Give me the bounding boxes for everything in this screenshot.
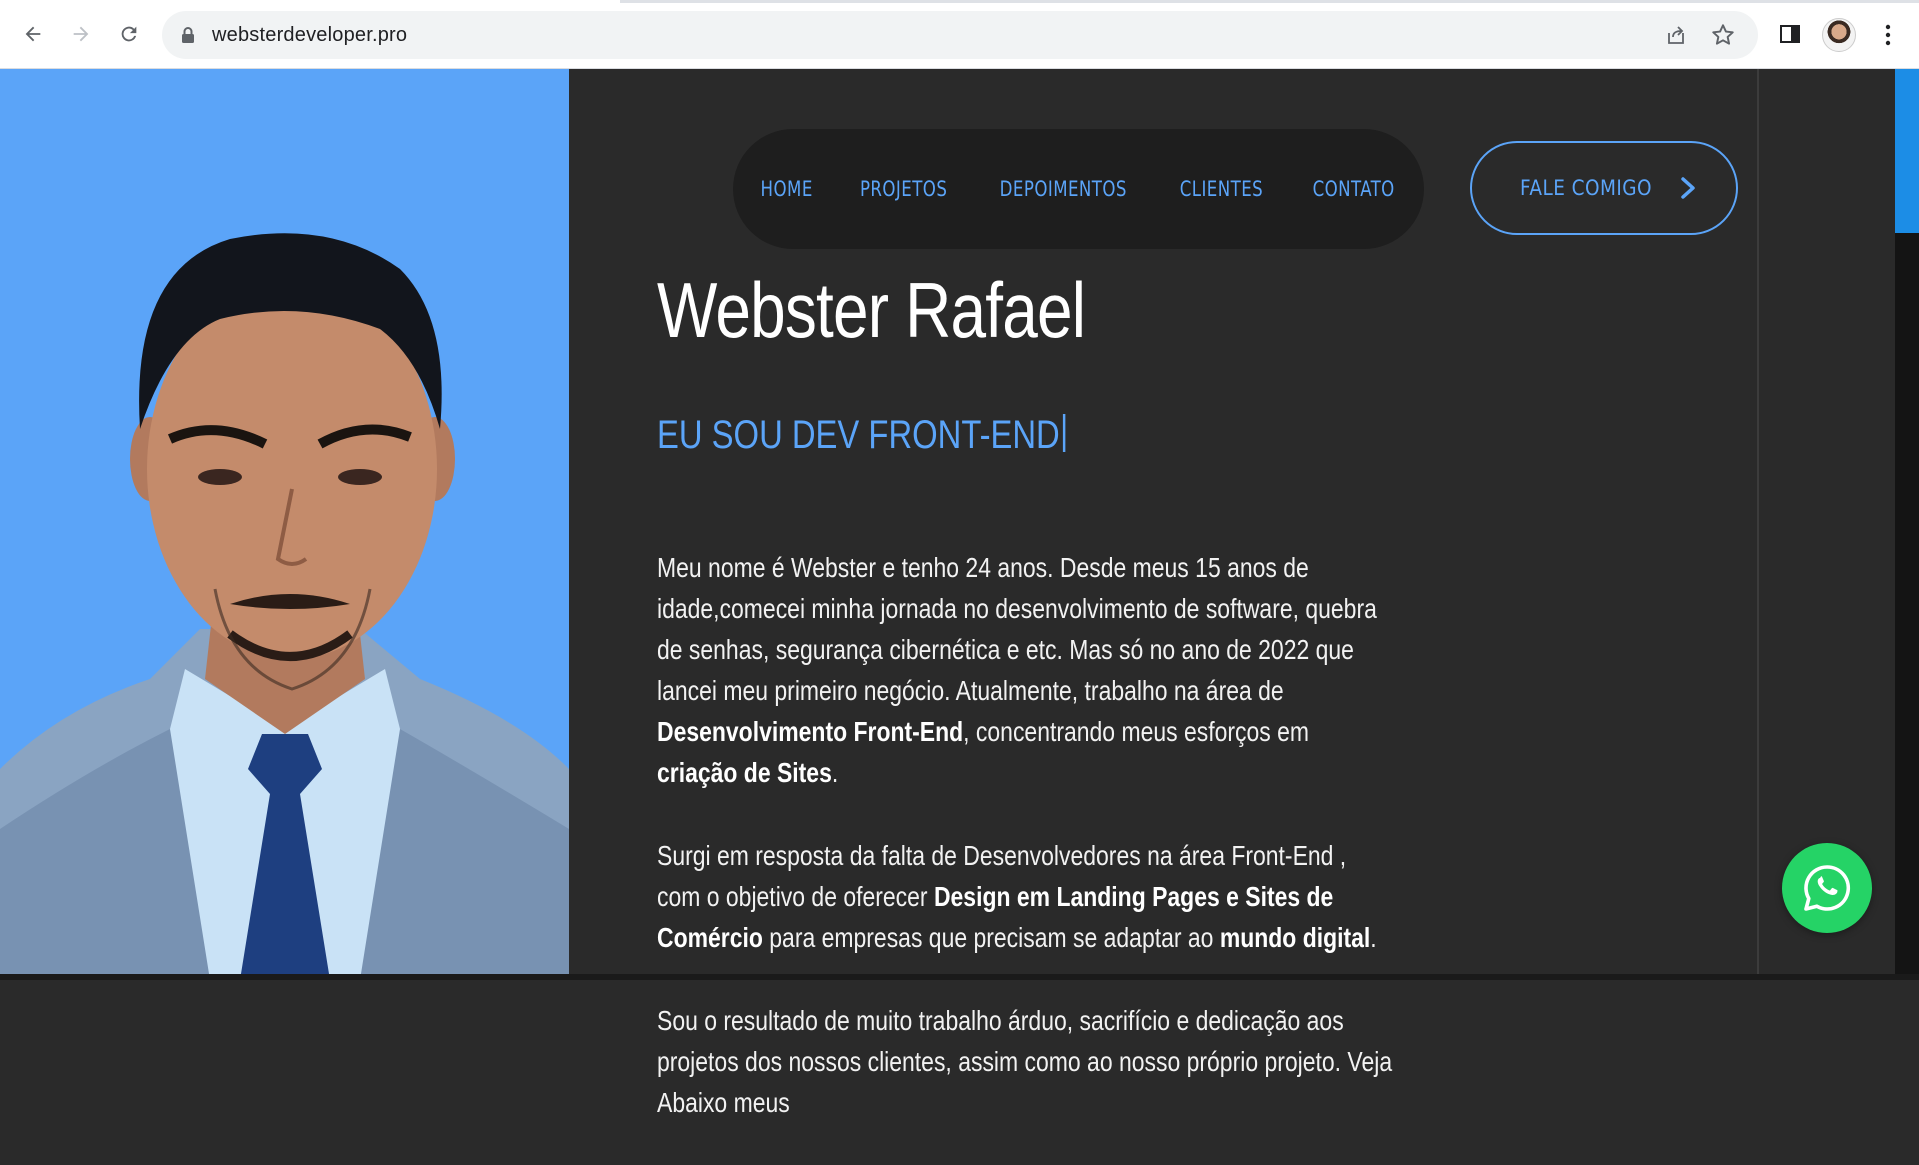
main-navigation: HOME PROJETOS DEPOIMENTOS CLIENTES CONTA… <box>733 129 1424 249</box>
divider <box>1757 69 1759 980</box>
bio-text: . <box>1370 922 1377 953</box>
bio-text: . <box>831 757 839 788</box>
role-subtitle: EU SOU DEV FRONT-END <box>657 413 1066 458</box>
typing-caret <box>1063 414 1066 452</box>
nav-home[interactable]: HOME <box>760 177 812 201</box>
bio-highlight: criação de Sites <box>657 757 832 788</box>
bio-paragraph-3: Sou o resultado de muito trabalho árduo,… <box>657 1000 1395 1123</box>
bio-highlight: mundo digital <box>1219 922 1371 953</box>
side-panel-icon[interactable] <box>1778 22 1802 46</box>
page-title: Webster Rafael <box>657 266 1086 354</box>
whatsapp-button[interactable] <box>1782 843 1872 933</box>
bio-text: Sou o resultado de muito trabalho árduo,… <box>657 1005 1393 1118</box>
reload-icon[interactable] <box>114 19 144 49</box>
star-icon[interactable] <box>1710 22 1736 48</box>
scrollbar-thumb[interactable] <box>1895 69 1919 233</box>
profile-photo <box>0 69 569 980</box>
lock-icon <box>182 27 194 43</box>
nav-projetos[interactable]: PROJETOS <box>860 177 947 201</box>
share-icon[interactable] <box>1664 23 1688 47</box>
about-text: Meu nome é Webster e tenho 24 anos. Desd… <box>657 547 1395 1165</box>
more-icon[interactable] <box>1876 22 1900 48</box>
taskbar-edge <box>0 974 1919 980</box>
nav-contato[interactable]: CONTATO <box>1312 177 1394 201</box>
chevron-right-icon <box>1681 177 1695 199</box>
role-text: EU SOU DEV FRONT-END <box>657 413 1060 457</box>
bio-paragraph-1: Meu nome é Webster e tenho 24 anos. Desd… <box>657 547 1395 793</box>
url-text: websterdeveloper.pro <box>212 24 408 46</box>
forward-icon[interactable] <box>66 19 96 49</box>
bio-text: , concentrando meus esforços em <box>963 716 1310 747</box>
bio-text: Meu nome é Webster e tenho 24 anos. Desd… <box>657 552 1377 706</box>
page-content: HOME PROJETOS DEPOIMENTOS CLIENTES CONTA… <box>0 69 1919 1118</box>
tab-strip <box>0 0 1919 3</box>
bio-text: para empresas que precisam se adaptar ao <box>762 922 1220 953</box>
profile-avatar[interactable] <box>1822 18 1856 52</box>
browser-toolbar: websterdeveloper.pro <box>0 0 1919 69</box>
bio-paragraph-2: Surgi em resposta da falta de Desenvolve… <box>657 835 1395 958</box>
address-bar[interactable]: websterdeveloper.pro <box>162 11 1758 59</box>
contact-me-button[interactable]: FALE COMIGO <box>1470 141 1738 235</box>
nav-clientes[interactable]: CLIENTES <box>1180 177 1263 201</box>
whatsapp-icon <box>1804 865 1851 911</box>
contact-me-label: FALE COMIGO <box>1520 176 1652 200</box>
bio-highlight: Desenvolvimento Front-End <box>657 716 964 747</box>
nav-depoimentos[interactable]: DEPOIMENTOS <box>1000 177 1127 201</box>
back-icon[interactable] <box>18 19 48 49</box>
